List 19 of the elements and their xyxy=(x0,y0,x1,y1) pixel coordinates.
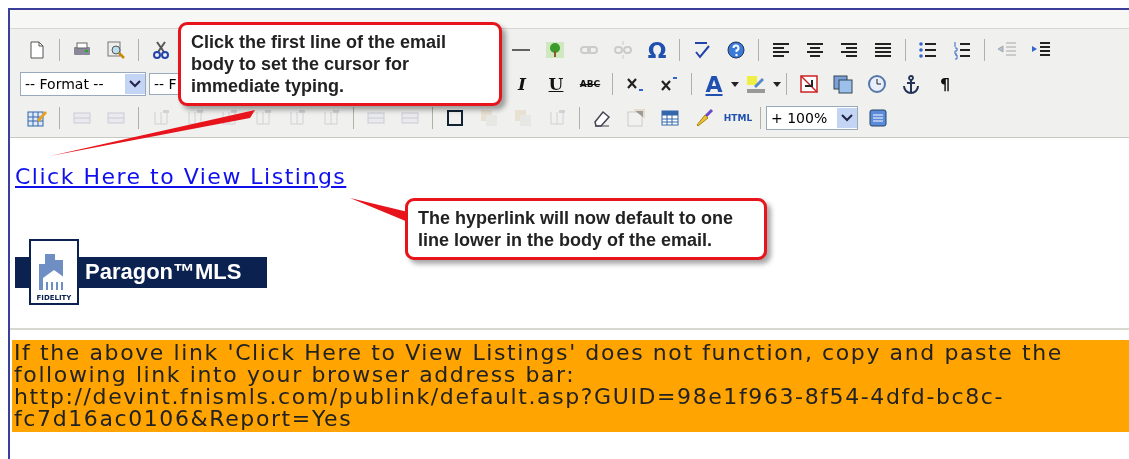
dropdown[interactable]: -- Format -- xyxy=(20,72,146,96)
chevron-down-icon[interactable] xyxy=(129,80,141,88)
format-button[interactable]: A xyxy=(697,71,731,97)
listings-link[interactable]: Click Here to View Listings xyxy=(15,164,347,189)
format-button[interactable]: ¶ xyxy=(928,71,962,97)
dropdown[interactable]: -- F xyxy=(149,73,178,95)
format-button[interactable]: U xyxy=(539,71,573,97)
dropdown[interactable]: + 100% xyxy=(766,106,858,130)
logo-name: Paragon™MLS xyxy=(85,259,242,285)
notice-text: If the above link 'Click Here to View Listings' does not function, copy and paste the following link into your browser address bar: http://devint.fnismls.com/publink/default.asp?GUID=98e1f963-8f54-4dfd-bc8c-fc7d16ac0106&Report=Yes xyxy=(12,340,1129,432)
chevron-down-icon[interactable] xyxy=(841,114,853,122)
format-button[interactable]: HTML xyxy=(721,105,755,131)
caret-icon[interactable] xyxy=(731,81,739,87)
format-button[interactable]: I xyxy=(505,71,539,97)
format-button[interactable]: Ω xyxy=(640,37,674,63)
caret-icon[interactable] xyxy=(773,81,781,87)
callout: Click the first line of the email body to set the cursor for immediate typing. xyxy=(178,22,502,106)
callout: The hyperlink will now default to one line lower in the body of the email. xyxy=(405,198,767,260)
format-button[interactable]: ABC xyxy=(573,71,607,97)
